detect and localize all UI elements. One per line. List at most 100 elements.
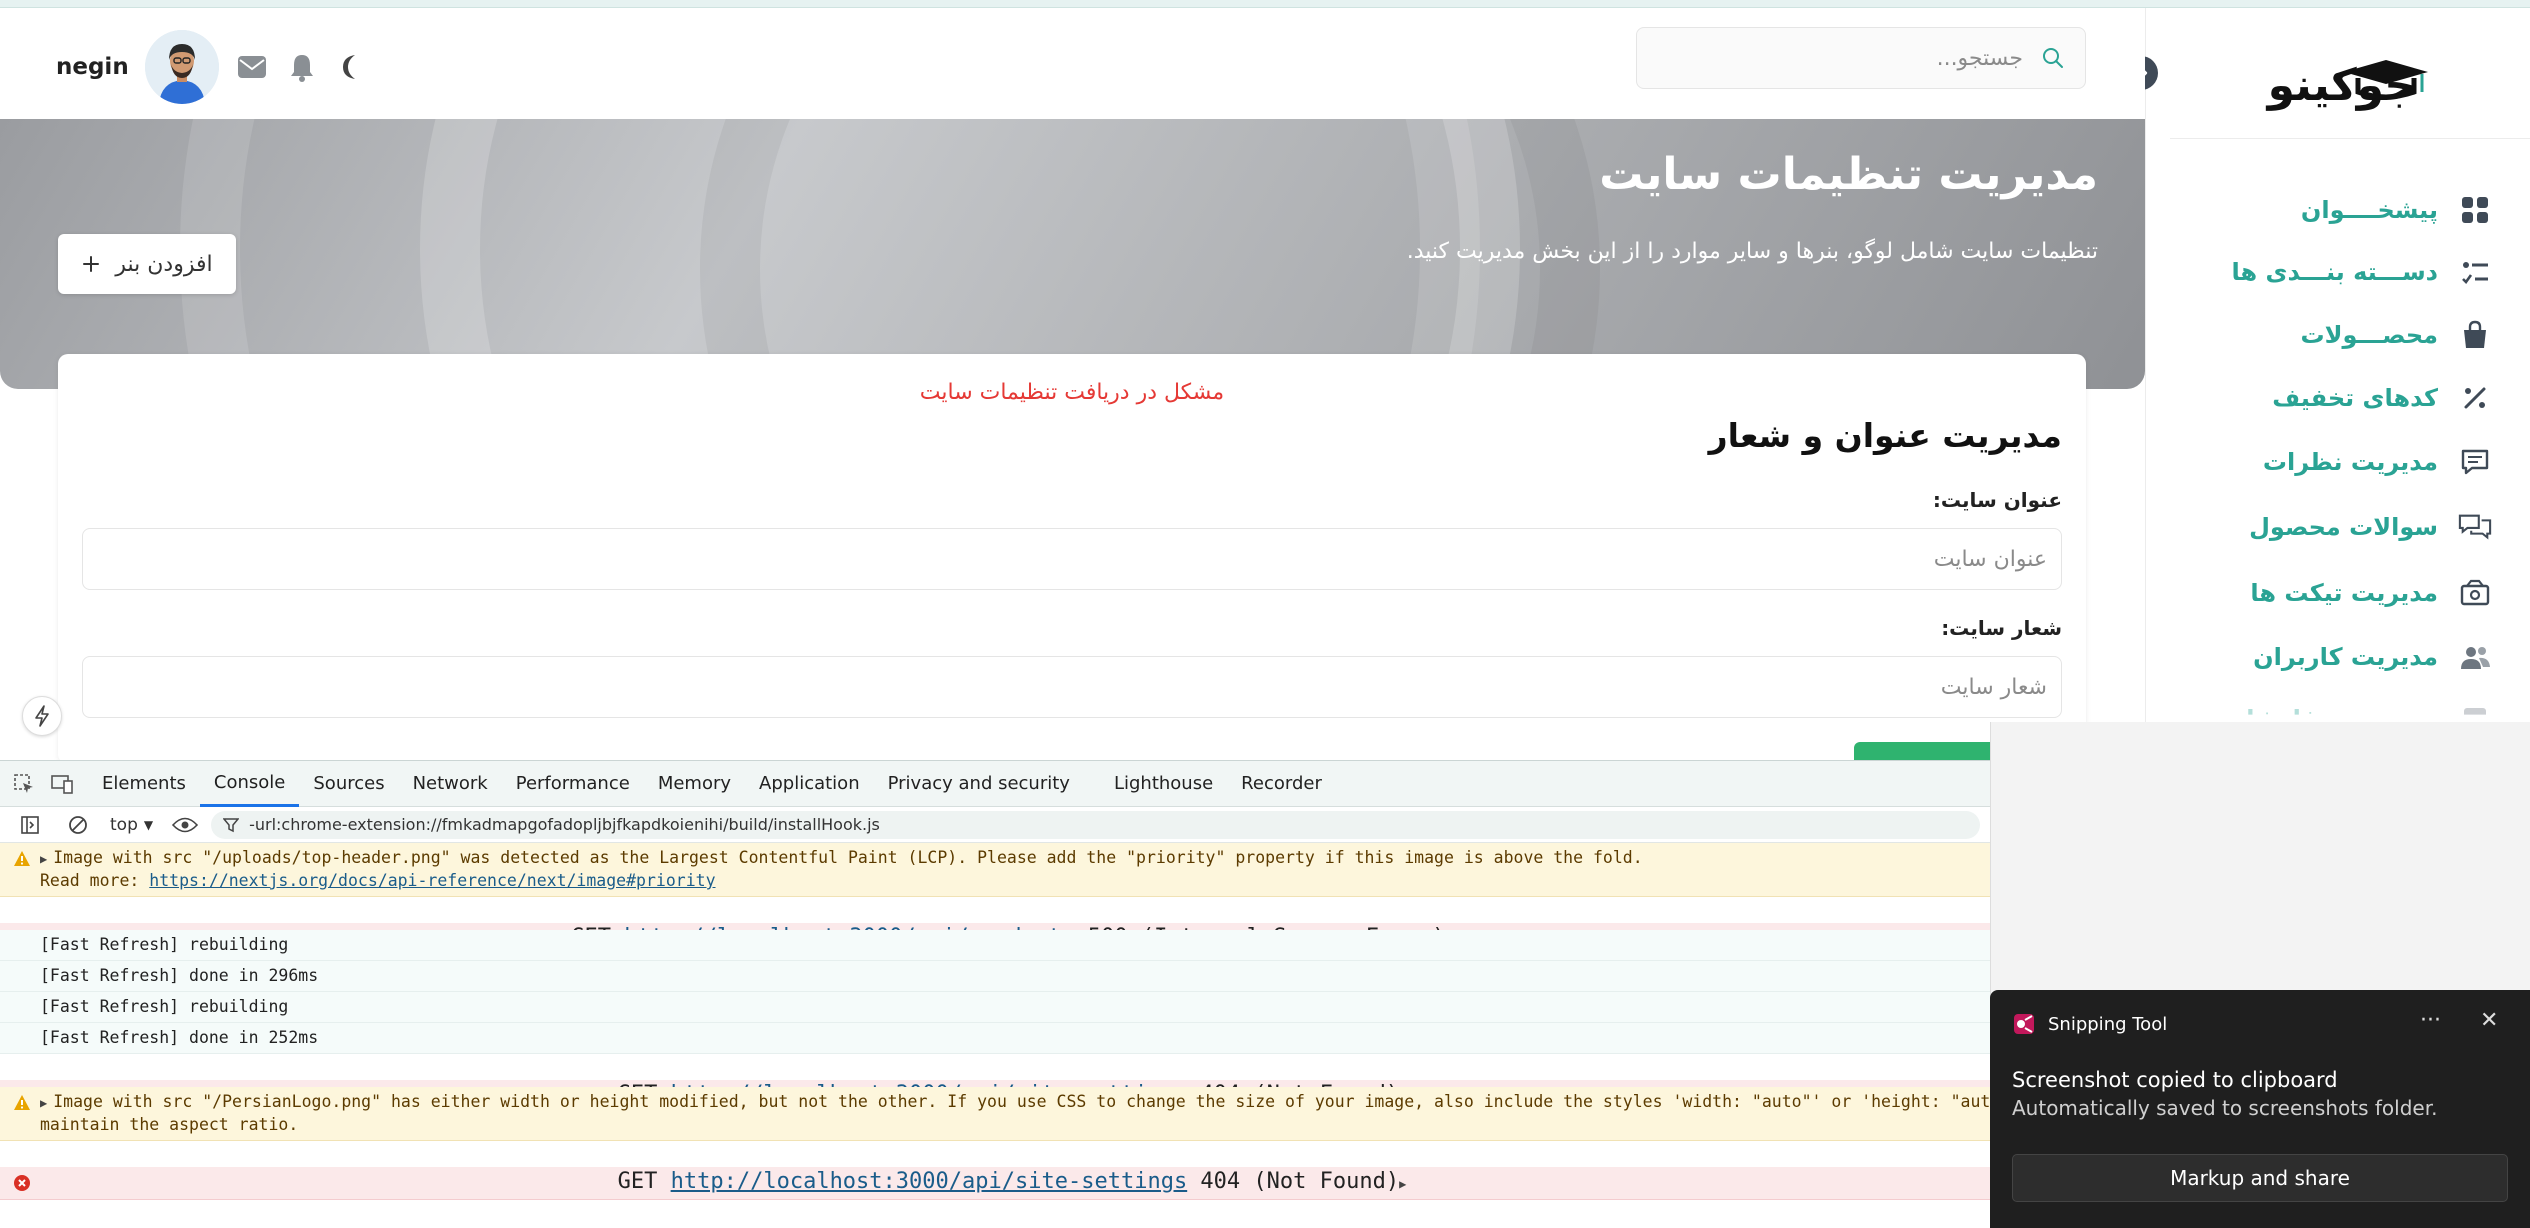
avatar[interactable]: [144, 30, 219, 104]
site-title-label: عنوان سایت:: [1932, 488, 2062, 512]
console-message[interactable]: ▶ Image with src "/PersianLogo.png" has e…: [0, 1087, 1990, 1141]
console-messages: ▶ Image with src "/uploads/top-header.png…: [0, 843, 1990, 1200]
dashboard-grid-icon: [2458, 193, 2492, 227]
devtools-tab[interactable]: Network: [399, 761, 502, 807]
console-message[interactable]: [Fast Refresh] rebuilding: [0, 992, 1990, 1023]
devtools-panel: Elements Console Sources Network Performance…: [0, 760, 1990, 1228]
top-header: negin: [0, 8, 2145, 119]
devtools-tab[interactable]: Sources: [299, 761, 398, 807]
warning-icon: [13, 850, 31, 868]
message-text: GET: [617, 1169, 671, 1194]
expand-caret-icon[interactable]: ▶: [40, 1092, 47, 1114]
mail-icon[interactable]: [235, 50, 269, 84]
message-text: [Fast Refresh] done in 252ms: [40, 1028, 319, 1047]
console-message[interactable]: [Fast Refresh] done in 252ms: [0, 1023, 1990, 1054]
message-text: [Fast Refresh] rebuilding: [40, 997, 289, 1016]
clear-console-icon[interactable]: [62, 809, 94, 841]
eye-icon[interactable]: [169, 809, 201, 841]
toast-message: Screenshot copied to clipboard: [2012, 1068, 2338, 1092]
site-title-input[interactable]: [82, 528, 2062, 590]
devtools-tab-list: Elements Console Sources Network Performance…: [88, 761, 1336, 807]
console-message[interactable]: ▶ Image with src "/uploads/top-header.png…: [0, 843, 1990, 897]
toast-app-name: Snipping Tool: [2048, 1014, 2168, 1035]
app-window: جوکینو پیشخــــوان دســـته بنـــدی ها محصـ…: [0, 0, 2530, 1228]
filter-icon: [223, 817, 240, 832]
sidebar-item-label: مدیریت نظرات: [2262, 448, 2438, 476]
ticket-icon: [2458, 576, 2492, 610]
chevron-down-icon: ▼: [143, 817, 154, 832]
sidebar-item-label: کدهای تخفیف: [2272, 384, 2438, 412]
sidebar-item-label: سوالات محصول: [2249, 513, 2438, 541]
toast-detail: Automatically saved to screenshots folde…: [2012, 1096, 2438, 1120]
sidebar-item[interactable]: سوالات محصول: [2249, 505, 2492, 549]
search-icon: [2043, 48, 2063, 68]
moon-icon[interactable]: [335, 50, 369, 84]
inspect-element-icon[interactable]: [8, 768, 40, 800]
site-slogan-label: شعار سایت:: [1941, 616, 2062, 640]
search-box[interactable]: [1636, 27, 2086, 89]
bolt-icon[interactable]: [22, 696, 62, 736]
add-banner-label: افزودن بنر: [115, 251, 213, 277]
sidebar-item-label: دســـته بنـــدی ها: [2231, 258, 2438, 286]
comment-icon: [2458, 445, 2492, 479]
site-title-card: مشکل در دریافت تنظیمات سایت مدیریت عنوان…: [58, 354, 2086, 764]
message-link[interactable]: https://nextjs.org/docs/api-reference/ne…: [149, 871, 715, 890]
device-toolbar-icon[interactable]: [46, 768, 78, 800]
devtools-tab[interactable]: Application: [745, 761, 874, 807]
sidebar-item[interactable]: مدیریت نظرات: [2263, 440, 2492, 484]
sidebar-item[interactable]: پیشخــــوان: [2301, 188, 2492, 232]
message-text: [Fast Refresh] rebuilding: [40, 935, 289, 954]
brand-logo[interactable]: جوکینو: [2266, 56, 2436, 118]
more-options-icon[interactable]: ···: [2420, 1008, 2441, 1033]
site-slogan-input[interactable]: [82, 656, 2062, 718]
sidebar-item-label: پیشخــــوان: [2300, 196, 2438, 224]
message-status: 404 (Not Found): [1187, 1169, 1400, 1194]
error-message: مشکل در دریافت تنظیمات سایت: [919, 380, 1225, 405]
console-message[interactable]: [Fast Refresh] done in 296ms: [0, 961, 1990, 992]
devtools-tab[interactable]: Performance: [502, 761, 644, 807]
console-message[interactable]: ▶ GET http://localhost:3000/api/site-sett…: [0, 1167, 1990, 1200]
devtools-tab[interactable]: Recorder: [1227, 761, 1336, 807]
plus-icon: [83, 256, 100, 272]
add-banner-button[interactable]: افزودن بنر: [58, 234, 236, 294]
close-icon[interactable]: ✕: [2480, 1008, 2498, 1033]
bell-icon[interactable]: [285, 50, 319, 84]
search-input[interactable]: [1683, 45, 2023, 71]
logo-book-icon: [2344, 60, 2428, 100]
chat-bubbles-icon: [2458, 510, 2492, 544]
categories-list-icon: [2458, 255, 2492, 289]
message-text: Image with src "/PersianLogo.png" has ei…: [53, 1092, 1990, 1111]
card-title: مدیریت عنوان و شعار: [1708, 416, 2062, 455]
sidebar-item-label: محصـــولات: [2300, 321, 2438, 349]
devtools-tab[interactable]: Console: [199, 761, 300, 807]
save-button[interactable]: [1854, 742, 2004, 760]
page-banner: مدیریت تنظیمات سایت تنظیمات سایت شامل لو…: [0, 119, 2145, 389]
snipping-tool-toast: Snipping Tool ··· ✕ Screenshot copied to…: [1990, 990, 2530, 1228]
console-filter[interactable]: -url:chrome-extension://fmkadmapgofadopl…: [211, 810, 1980, 839]
top-border: [0, 0, 2530, 8]
expand-caret-icon[interactable]: ▶: [1399, 1173, 1406, 1195]
message-link[interactable]: http://localhost:3000/api/site-settings: [671, 1169, 1188, 1194]
error-icon: [13, 1174, 31, 1192]
page-subtitle: تنظیمات سایت شامل لوگو، بنرها و سایر موا…: [1406, 239, 2098, 264]
sidebar-item[interactable]: مدیریت تیکت ها: [2250, 571, 2492, 615]
expand-caret-icon[interactable]: ▶: [40, 848, 47, 870]
devtools-tab[interactable]: Elements: [88, 761, 200, 807]
sidebar-toggle-icon[interactable]: [14, 809, 46, 841]
sidebar-item[interactable]: محصـــولات: [2301, 313, 2492, 357]
sidebar-item-label: مدیریت کاربران: [2253, 643, 2438, 671]
sidebar-item[interactable]: دســـته بنـــدی ها: [2231, 250, 2492, 294]
devtools-tab[interactable]: Privacy and security: [874, 761, 1084, 807]
sidebar-item[interactable]: مدیریت کاربران: [2253, 635, 2492, 679]
username[interactable]: negin: [56, 54, 129, 80]
devtools-tab[interactable]: Memory: [644, 761, 745, 807]
context-selector[interactable]: top ▼: [110, 815, 153, 835]
console-message[interactable]: [Fast Refresh] rebuilding: [0, 930, 1990, 961]
markup-and-share-button[interactable]: Markup and share: [2012, 1154, 2508, 1202]
shopping-bag-icon: [2458, 318, 2492, 352]
console-toolbar: top ▼ -url:chrome-extension://fmkadmapgo…: [0, 807, 1990, 843]
context-value: top: [110, 814, 138, 835]
sidebar-item[interactable]: کدهای تخفیف: [2272, 376, 2492, 420]
devtools-tab[interactable]: Lighthouse: [1100, 761, 1227, 807]
snipping-tool-icon: [2014, 1014, 2034, 1034]
